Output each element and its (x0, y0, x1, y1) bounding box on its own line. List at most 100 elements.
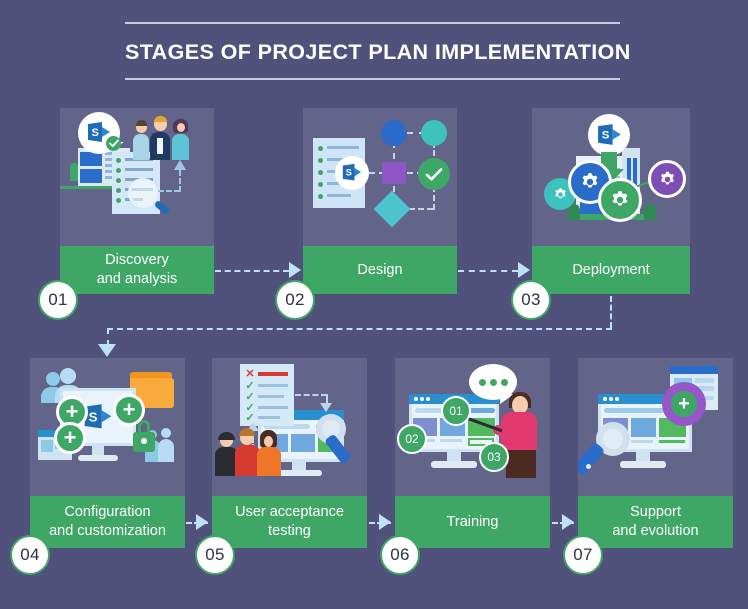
stage-badge-07[interactable]: 07 (563, 535, 603, 575)
stage-06-illustration: 01 02 03 (395, 358, 550, 496)
stage-07-label-line2: and evolution (612, 523, 699, 539)
page-title: STAGES OF PROJECT PLAN IMPLEMENTATION (125, 22, 631, 80)
stage-card-04[interactable]: S + + + Configuration and customization (30, 358, 185, 548)
stage-badge-06[interactable]: 06 (380, 535, 420, 575)
doc-bullet (116, 198, 121, 203)
doc-line (125, 168, 153, 171)
stage-03-label: Deployment (532, 246, 690, 294)
stage-card-02[interactable]: S Design (303, 108, 457, 294)
doc-line (327, 146, 359, 149)
tree-icon (70, 163, 78, 181)
stage-card-01[interactable]: S Discovery and analysis (60, 108, 214, 294)
sharepoint-logo-icon: S (342, 163, 362, 181)
stage-card-07[interactable]: + Support and evolution (578, 358, 733, 548)
sharepoint-logo-icon: S (597, 123, 621, 145)
monitor-line (440, 439, 462, 442)
person-body (133, 134, 149, 160)
cross-mark-icon: ✕ (245, 368, 255, 380)
step-number-badge-03: 03 (479, 442, 509, 472)
monitor-line (604, 408, 664, 413)
stage-badge-01[interactable]: 01 (38, 280, 78, 320)
monitor-line (631, 440, 653, 443)
users-icon (46, 372, 60, 386)
title-rule-bottom (125, 78, 620, 80)
stage-02-label-line1: Design (357, 261, 403, 278)
page-title-text: STAGES OF PROJECT PLAN IMPLEMENTATION (125, 40, 631, 64)
person-face (177, 123, 185, 132)
plus-circle-icon: + (671, 391, 697, 417)
stage-05-illustration: ✕ ✓ ✓ ✓ ✓ (212, 358, 367, 496)
checklist-line (258, 384, 288, 387)
building-window (80, 169, 102, 183)
checklist-line (258, 372, 288, 376)
flow-node-check-circle (418, 158, 450, 190)
svg-text:S: S (601, 129, 609, 141)
stage-01-label: Discovery and analysis (60, 246, 214, 294)
stage-04-illustration: S + + + (30, 358, 185, 496)
connector-stage3-across (107, 328, 612, 330)
doc-bullet (116, 158, 121, 163)
monitor-dot (609, 397, 613, 401)
stage-badge-02[interactable]: 02 (275, 280, 315, 320)
sharepoint-circle-icon: S (588, 114, 630, 156)
monitor-dot (414, 397, 418, 401)
person-hair (218, 432, 235, 440)
stage-05-label-line1: User acceptance (235, 504, 344, 520)
doc-bullet (116, 168, 121, 173)
step-number-badge-01: 01 (441, 396, 471, 426)
arrow-stage5-stage6-icon (379, 514, 391, 530)
stage-06-label: Training (395, 496, 550, 548)
stage-07-label: Support and evolution (578, 496, 733, 548)
doc-bullet (318, 146, 323, 151)
check-badge-icon (106, 136, 121, 151)
monitor-base (620, 461, 666, 468)
flow-node-square-purple (382, 162, 406, 184)
doc-line (327, 194, 351, 197)
stage-01-illustration: S (60, 108, 214, 246)
stage-badge-05[interactable]: 05 (195, 535, 235, 575)
arrow-stage3-stage4-icon (98, 344, 116, 357)
stage-07-illustration: + (578, 358, 733, 496)
svg-text:S: S (92, 127, 99, 139)
arrow-stage4-stage5-icon (196, 514, 208, 530)
stage-01-label-line2: and analysis (96, 271, 178, 287)
check-mark-icon: ✓ (245, 380, 255, 392)
check-mark-icon: ✓ (245, 391, 255, 403)
stage-03-illustration: S (532, 108, 690, 246)
user-head (60, 368, 76, 384)
tree-icon (644, 204, 656, 220)
art-connector (158, 190, 180, 192)
lock-keyhole (141, 438, 147, 444)
arrow-stage6-stage7-icon (562, 514, 574, 530)
flow-connector (409, 208, 433, 210)
doc-bullet (318, 182, 323, 187)
person-legs (506, 450, 536, 478)
checklist-line (258, 395, 284, 398)
wrench-handle (578, 441, 606, 477)
person-shirt (157, 138, 163, 154)
connector-stage1-stage2 (215, 270, 289, 272)
svg-text:S: S (89, 409, 98, 424)
stage-05-label: User acceptance testing (212, 496, 367, 548)
flow-node-circle-teal (421, 120, 447, 146)
checklist-line (258, 406, 288, 409)
step-number-badge-02: 02 (397, 424, 427, 454)
stage-03-label-line1: Deployment (572, 261, 650, 278)
monitor-base (78, 455, 118, 461)
wrench-dot (586, 464, 591, 469)
lock-shackle (138, 420, 150, 434)
connector-stage2-stage3 (458, 270, 518, 272)
stage-card-03[interactable]: S Deployment (532, 108, 690, 294)
browser-titlebar (670, 366, 718, 374)
checklist-line (258, 416, 280, 419)
sharepoint-circle-icon: S (335, 156, 369, 190)
stage-badge-04[interactable]: 04 (10, 535, 50, 575)
doc-bullet (116, 188, 121, 193)
stage-card-05[interactable]: ✕ ✓ ✓ ✓ ✓ User acceptance testing (212, 358, 367, 548)
monitor-thumb (291, 434, 315, 452)
stage-04-label: Configuration and customization (30, 496, 185, 548)
person-face (264, 436, 273, 447)
stage-badge-03[interactable]: 03 (511, 280, 551, 320)
stage-card-06[interactable]: 01 02 03 Training (395, 358, 550, 548)
gear-plus-icon: + (662, 382, 706, 426)
